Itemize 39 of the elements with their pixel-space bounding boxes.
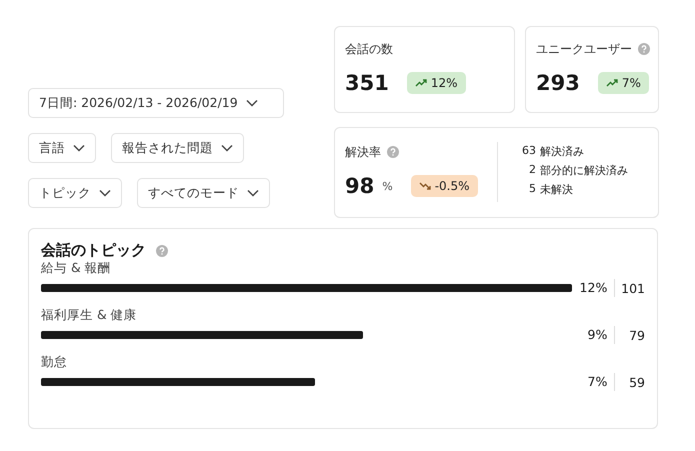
chevron-down-icon — [246, 99, 258, 107]
change-badge: 12% — [406, 72, 466, 94]
count-label: 63 — [522, 144, 536, 159]
filter-dropdown[interactable]: 言語 — [28, 133, 96, 163]
count-label: 2 — [528, 163, 536, 178]
percent-label: 9% — [572, 326, 616, 344]
chevron-down-icon — [221, 144, 233, 152]
trend-down-icon — [418, 181, 431, 191]
topic-label: 給与 & 報酬 — [41, 260, 112, 277]
stat-value: 351 — [345, 71, 389, 95]
topic-label: 福利厚生 & 健康 — [41, 307, 138, 324]
count-label: 101 — [620, 280, 645, 296]
count-label: 79 — [628, 328, 645, 342]
topic-label: 勤怠 — [41, 354, 68, 371]
trend-up-icon — [414, 78, 427, 88]
percent-label: 12% — [572, 279, 616, 297]
stat-value: 98 — [345, 174, 374, 198]
filter-dropdown[interactable]: トピック — [28, 178, 122, 208]
chevron-down-icon — [73, 144, 85, 152]
stat-title: 会話の数 — [345, 40, 393, 58]
filter-dropdown[interactable]: 報告された問題 — [111, 133, 244, 163]
stat-title: 解決率 — [345, 144, 381, 160]
unit-label: % — [382, 180, 393, 192]
trend-up-icon — [606, 78, 618, 88]
change-badge: 7% — [598, 72, 649, 94]
section-title: 会話のトピック — [41, 241, 146, 260]
chevron-down-icon — [247, 189, 259, 197]
filter-dropdown[interactable]: 7日間: 2026/02/13 - 2026/02/19 — [28, 88, 284, 118]
count-label: 59 — [628, 374, 645, 390]
count-label: 5 — [528, 182, 536, 197]
status-label: 解決済み — [540, 144, 584, 159]
stat-value: 293 — [536, 71, 580, 95]
percent-label: 7% — [572, 373, 616, 391]
status-label: 部分的に解決済み — [540, 163, 628, 178]
status-label: 未解決 — [540, 182, 573, 197]
filter-dropdown[interactable]: すべてのモード — [137, 178, 270, 208]
chevron-down-icon — [99, 189, 111, 197]
change-badge: -0.5% — [410, 175, 478, 197]
stat-title: ユニークユーザー — [536, 40, 632, 58]
